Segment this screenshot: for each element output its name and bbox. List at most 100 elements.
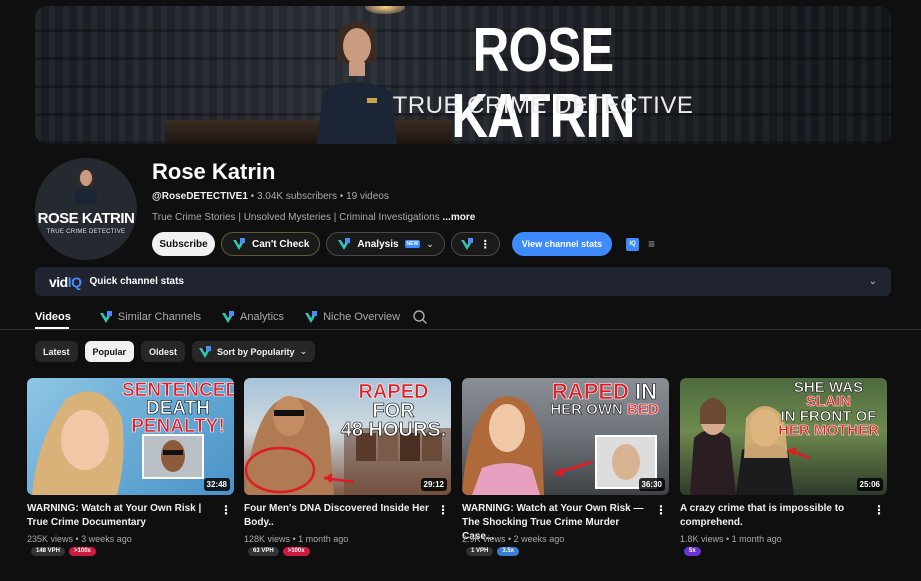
quick-channel-stats-bar[interactable]: vidIQ Quick channel stats ⌄ [35, 267, 891, 296]
filter-latest[interactable]: Latest [35, 341, 78, 362]
vidiq-more-button[interactable]: ⋮ [450, 232, 500, 256]
multiplier-badge: >100x [69, 547, 96, 556]
banner-detective-figure [317, 21, 397, 144]
video-thumbnail[interactable]: RAPED IN HER OWN BED 36:30 [462, 378, 669, 495]
channel-banner: ROSE KATRIN TRUE CRIME DETECTIVE [35, 6, 891, 144]
thumbnail-caption: SENTENCED: DEATH PENALTY! [122, 381, 234, 437]
video-meta: 2.9K views • 2 weeks ago [462, 534, 565, 544]
vidiq-icon [199, 345, 212, 358]
caption-row: HER OWN BED [540, 400, 669, 418]
caption-row: SHE WAS SLAIN [770, 380, 887, 410]
vidiq-icon [338, 238, 351, 250]
banner-title: ROSE KATRIN [451, 16, 635, 145]
avatar-subtitle: TRUE CRIME DETECTIVE [46, 229, 126, 235]
video-card[interactable]: SHE WAS SLAIN IN FRONT OF HER MOTHER 25:… [680, 378, 887, 556]
video-card[interactable]: RAPED IN HER OWN BED 36:30 WARNING: Watc… [462, 378, 669, 556]
video-meta: 1.8K views • 1 month ago [680, 534, 782, 544]
iq-icon[interactable]: IQ [626, 237, 640, 251]
tab-label: Analytics [240, 310, 285, 323]
vidiq-logo: vidIQ [49, 274, 82, 290]
multiplier-badge: 3.5x [497, 547, 520, 556]
video-thumbnail[interactable]: SHE WAS SLAIN IN FRONT OF HER MOTHER 25:… [680, 378, 887, 495]
search-icon[interactable] [412, 309, 428, 325]
video-title[interactable]: WARNING: Watch at Your Own Risk | True C… [27, 502, 217, 530]
chevron-down-icon[interactable]: ⌄ [869, 276, 877, 287]
analysis-label: Analysis [357, 238, 399, 250]
tabs-divider [0, 329, 921, 330]
more-options-icon[interactable]: ⋮ [437, 504, 449, 516]
menu-icon[interactable]: ≡ [648, 237, 655, 251]
thumbnail-caption: SHE WAS SLAIN IN FRONT OF HER MOTHER [770, 380, 887, 439]
cant-check-label: Can't Check [252, 238, 310, 250]
video-duration: 29:12 [420, 478, 447, 491]
caption-word: HER OWN [550, 400, 623, 418]
tab-similar-channels[interactable]: Similar Channels [99, 306, 201, 328]
video-thumbnail[interactable]: RAPED FOR 48 HOURS. 29:12 [244, 378, 451, 495]
tab-niche-overview[interactable]: Niche Overview [304, 306, 400, 328]
caption-line: HER MOTHER [778, 421, 879, 439]
video-card[interactable]: SENTENCED: DEATH PENALTY! 32:48 WARNING:… [27, 378, 234, 556]
vph-badge: 63 VPH [248, 547, 279, 556]
subscribe-button[interactable]: Subscribe [152, 232, 215, 256]
vidiq-icon [233, 238, 245, 250]
new-badge: NEW [404, 240, 421, 248]
subscriber-count: 3.04K subscribers [256, 191, 337, 202]
channel-description[interactable]: True Crime Stories | Unsolved Mysteries … [152, 212, 475, 223]
video-filters: Latest Popular Oldest Sort by Popularity… [35, 341, 316, 362]
more-options-icon[interactable]: ⋮ [873, 504, 885, 516]
kebab-icon: ⋮ [479, 238, 491, 251]
caption-row: RAPED IN [540, 380, 669, 403]
more-options-icon[interactable]: ⋮ [220, 504, 232, 516]
filter-oldest[interactable]: Oldest [141, 341, 186, 362]
video-badges: 63 VPH >100x [248, 547, 310, 556]
channel-name: Rose Katrin [152, 159, 276, 184]
thumbnail-caption: RAPED IN HER OWN BED [540, 380, 669, 418]
vidiq-icon [222, 310, 235, 323]
chevron-down-icon: ⌄ [299, 346, 308, 356]
video-meta: 235K views • 3 weeks ago [27, 534, 132, 544]
sort-label: Sort by Popularity [217, 346, 295, 357]
vidiq-icon [305, 310, 318, 323]
video-count: 19 videos [346, 191, 389, 202]
multiplier-badge: >100x [282, 547, 310, 556]
avatar-figure [74, 169, 98, 204]
tab-label: Videos [35, 310, 71, 323]
view-channel-stats-button[interactable]: View channel stats [511, 232, 613, 256]
caption-word: BED [627, 400, 659, 418]
more-options-icon[interactable]: ⋮ [655, 504, 667, 516]
avatar-name: ROSE KATRIN [37, 210, 135, 227]
vidiq-icon [99, 310, 112, 323]
quick-stats-label: Quick channel stats [89, 276, 184, 287]
video-duration: 25:06 [856, 478, 883, 491]
video-badges: 1 VPH 3.5x [466, 547, 520, 556]
vph-badge: 1 VPH [466, 547, 494, 556]
channel-avatar[interactable]: ROSE KATRIN TRUE CRIME DETECTIVE [35, 158, 137, 260]
cant-check-button[interactable]: Can't Check [221, 232, 321, 256]
channel-action-row: Subscribe Can't Check Analysis NEW ⌄ ⋮ V… [152, 232, 655, 256]
tab-videos[interactable]: Videos [35, 306, 71, 328]
tab-label: Similar Channels [117, 310, 202, 323]
analysis-button[interactable]: Analysis NEW ⌄ [326, 232, 445, 256]
tab-analytics[interactable]: Analytics [221, 306, 284, 328]
video-title[interactable]: Four Men's DNA Discovered Inside Her Bod… [244, 502, 434, 530]
thumbnail-caption: RAPED FOR 48 HOURS. [336, 382, 451, 441]
video-duration: 32:48 [203, 478, 230, 491]
video-meta: 128K views • 1 month ago [244, 534, 349, 544]
more-link[interactable]: ...more [442, 212, 475, 223]
video-badges: 5x [684, 547, 701, 556]
vidiq-icon [460, 238, 473, 250]
video-title[interactable]: A crazy crime that is impossible to comp… [680, 502, 870, 530]
multiplier-badge: 5x [684, 547, 701, 556]
filter-popular[interactable]: Popular [84, 341, 135, 362]
brand-iq: IQ [67, 273, 82, 290]
video-duration: 36:30 [638, 478, 665, 491]
channel-meta: @RoseDETECTIVE1 • 3.04K subscribers • 19… [152, 191, 389, 202]
video-badges: 148 VPH >100x [31, 547, 96, 556]
brand-vid: vid [49, 273, 68, 290]
chevron-down-icon: ⌄ [426, 238, 434, 249]
video-card[interactable]: RAPED FOR 48 HOURS. 29:12 Four Men's DNA… [244, 378, 451, 556]
sort-by-popularity-dropdown[interactable]: Sort by Popularity ⌄ [192, 341, 316, 362]
caption-line: 48 HOURS. [340, 419, 447, 441]
video-thumbnail[interactable]: SENTENCED: DEATH PENALTY! 32:48 [27, 378, 234, 495]
description-text: True Crime Stories | Unsolved Mysteries … [152, 212, 440, 223]
